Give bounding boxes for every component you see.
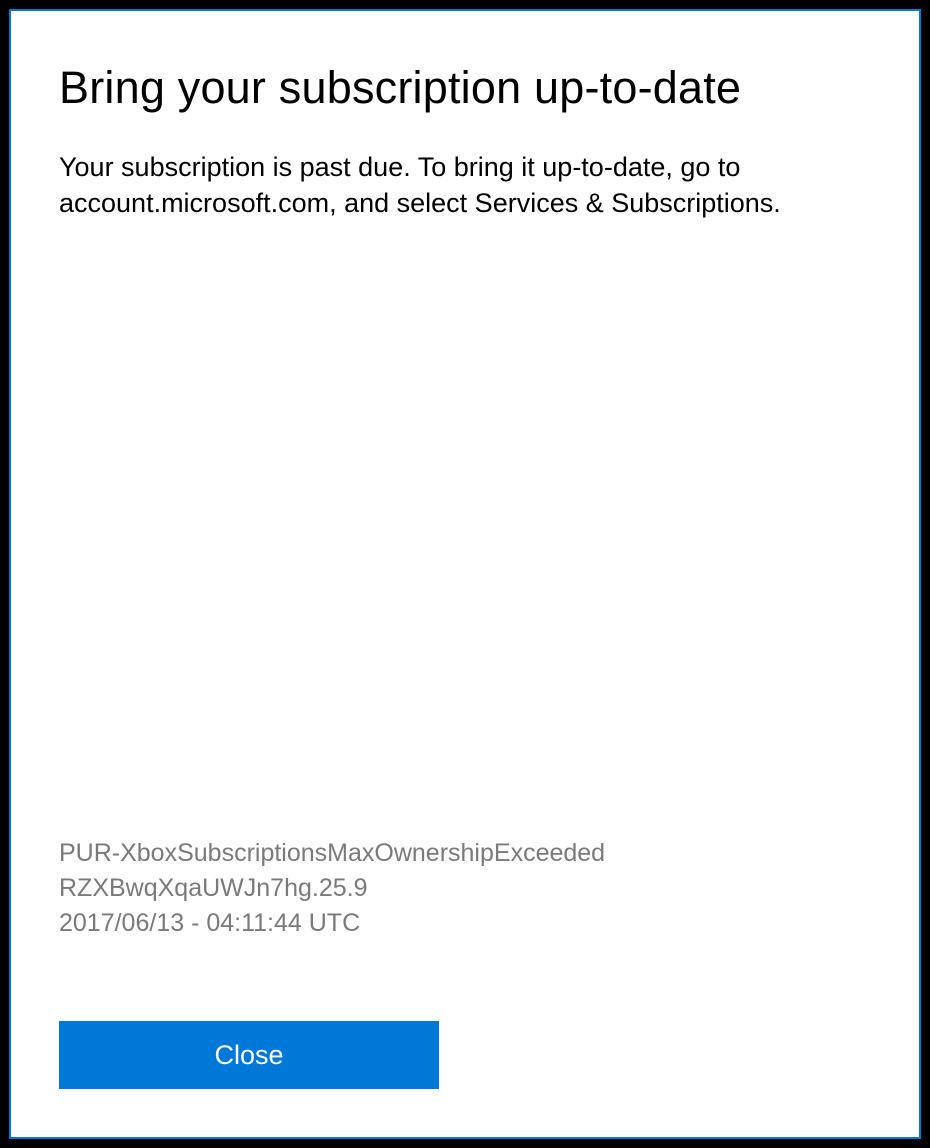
subscription-dialog: Bring your subscription up-to-date Your …	[9, 9, 921, 1139]
spacer	[59, 242, 871, 836]
dialog-message: Your subscription is past due. To bring …	[59, 149, 871, 222]
close-button[interactable]: Close	[59, 1021, 439, 1089]
dialog-title: Bring your subscription up-to-date	[59, 61, 871, 115]
error-details: PUR-XboxSubscriptionsMaxOwnershipExceede…	[59, 836, 871, 941]
error-timestamp: 2017/06/13 - 04:11:44 UTC	[59, 906, 871, 941]
error-code: PUR-XboxSubscriptionsMaxOwnershipExceede…	[59, 836, 871, 871]
error-id: RZXBwqXqaUWJn7hg.25.9	[59, 871, 871, 906]
